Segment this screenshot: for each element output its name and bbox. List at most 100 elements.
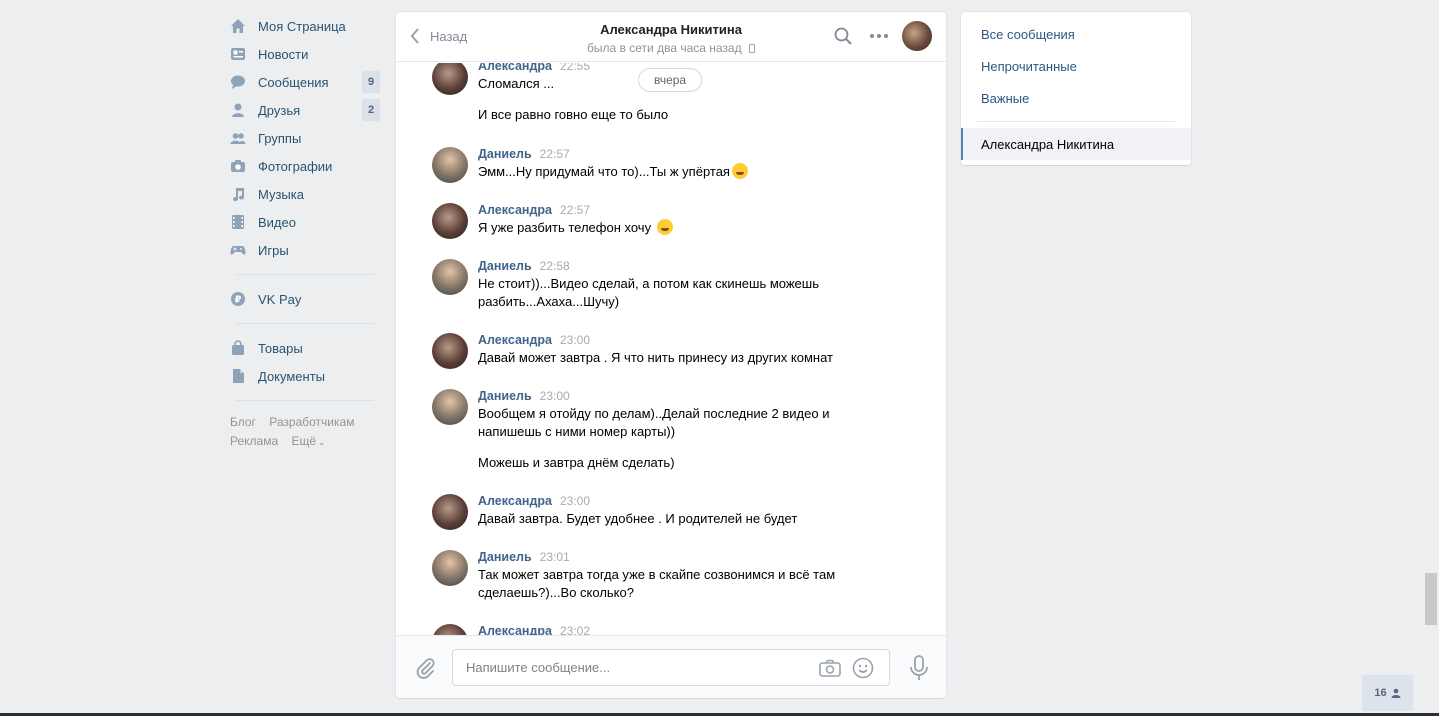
nav-item-friends[interactable]: Друзья 2 [230,96,380,124]
message-author: Александра 22:57 [478,203,892,217]
message-time[interactable]: 23:00 [540,389,570,403]
footer-link-blog[interactable]: Блог [230,415,256,429]
search-icon[interactable] [828,21,858,51]
message-text-content: Эмм...Ну придумай что то)...Ты ж упёртая [478,164,730,179]
message-time[interactable]: 23:00 [560,333,590,347]
nav-item-vk-pay[interactable]: ₽ VK Pay [230,285,380,313]
author-name[interactable]: Александра [478,494,552,508]
nav-label: Моя Страница [258,18,346,34]
author-name[interactable]: Даниель [478,147,532,161]
message-time[interactable]: 23:00 [560,494,590,508]
chevron-left-icon [410,28,419,44]
author-name[interactable]: Александра [478,203,552,217]
author-name[interactable]: Александра [478,624,552,635]
filter-important[interactable]: Важные [961,82,1191,114]
message-author: Даниель 22:57 [478,147,892,161]
message-input[interactable] [453,650,793,685]
camera-icon[interactable] [819,657,841,679]
nav-item-news[interactable]: Новости [230,40,380,68]
chat-panel: Назад Александра Никитина была в сети дв… [396,12,946,698]
smile-icon[interactable] [852,657,874,679]
message-text: Так может завтра тогда уже в скайпе созв… [478,567,836,600]
gamepad-icon [230,242,246,258]
nav-divider [236,400,374,401]
date-separator: вчера [638,68,703,92]
peer-avatar[interactable] [902,21,932,51]
nav-divider [236,274,374,275]
avatar[interactable] [432,63,468,95]
nav-label: Документы [258,368,326,384]
video-icon [230,214,246,230]
microphone-icon[interactable] [908,655,930,681]
message-time[interactable]: 23:01 [540,550,570,564]
peer-info[interactable]: Александра Никитина была в сети два часа… [546,22,796,55]
message-time[interactable]: 23:02 [560,624,590,635]
camera-icon [230,158,246,174]
nav-item-documents[interactable]: Документы [230,362,380,390]
author-name[interactable]: Даниель [478,389,532,403]
more-icon[interactable] [864,21,894,51]
message-time[interactable]: 22:55 [560,63,590,73]
avatar[interactable] [432,147,468,183]
nav-item-music[interactable]: Музыка [230,180,380,208]
nav-item-goods[interactable]: Товары [230,334,380,362]
author-name[interactable]: Даниель [478,550,532,564]
message-time[interactable]: 22:58 [540,259,570,273]
message-time[interactable]: 22:57 [540,147,570,161]
avatar[interactable] [432,389,468,425]
avatar[interactable] [432,333,468,369]
document-icon [230,368,246,384]
peer-name: Александра Никитина [600,22,742,37]
filter-unread[interactable]: Непрочитанные [961,50,1191,82]
avatar[interactable] [432,259,468,295]
message-author: Александра 23:00 [478,494,892,508]
nav-label: VK Pay [258,291,302,307]
avatar[interactable] [432,624,468,635]
message-item: Александра 22:57 Я уже разбить телефон хо… [432,203,892,239]
nav-label: Музыка [258,186,304,202]
paperclip-icon[interactable] [414,656,438,680]
message-text: Я уже разбить телефон хочу [478,219,892,237]
online-friends-button[interactable]: 16 [1362,675,1413,711]
nav-item-my-page[interactable]: Моя Страница [230,12,380,40]
svg-text:₽: ₽ [235,295,242,306]
footer-link-more[interactable]: Ещё ⌄ [291,434,325,448]
message-author: Александра 23:02 [478,624,892,635]
nav-divider [236,323,374,324]
back-button[interactable]: Назад [410,28,467,44]
message-item: Даниель 23:00 Вообщем я отойду по делам).… [432,389,892,472]
message-text-content: Я уже разбить телефон хочу [478,220,652,235]
nav-label: Фотографии [258,158,333,174]
nav-label: Товары [258,340,303,356]
online-count: 16 [1374,687,1387,699]
message-text: Давай завтра. Будет удобнее . И родителе… [478,511,798,526]
author-name[interactable]: Александра [478,63,552,73]
page-scrollbar[interactable] [1425,573,1437,625]
mobile-icon [748,44,755,53]
nav-item-video[interactable]: Видео [230,208,380,236]
author-name[interactable]: Александра [478,333,552,347]
message-item: Александра 23:02 [432,624,892,635]
sweat-smile-emoji-icon [656,219,673,235]
nav-item-groups[interactable]: Группы [230,124,380,152]
avatar[interactable] [432,494,468,530]
footer-links: Блог Разработчикам Реклама Ещё ⌄ [230,413,380,452]
avatar[interactable] [432,550,468,586]
filter-all-messages[interactable]: Все сообщения [961,18,1191,50]
avatar[interactable] [432,203,468,239]
footer-link-developers[interactable]: Разработчикам [269,415,354,429]
message-time[interactable]: 22:57 [560,203,590,217]
active-conversation-item[interactable]: Александра Никитина [961,128,1191,160]
bag-icon [230,340,246,356]
laughing-emoji-icon [731,163,748,179]
nav-item-games[interactable]: Игры [230,236,380,264]
nav-item-photos[interactable]: Фотографии [230,152,380,180]
footer-link-ads[interactable]: Реклама [230,434,278,448]
nav-item-messages[interactable]: Сообщения 9 [230,68,380,96]
author-name[interactable]: Даниель [478,259,532,273]
header-actions [822,21,932,51]
message-input-box [452,649,890,686]
peer-status: была в сети два часа назад [546,41,796,55]
friends-icon [230,102,246,118]
nav-label: Новости [258,46,309,62]
